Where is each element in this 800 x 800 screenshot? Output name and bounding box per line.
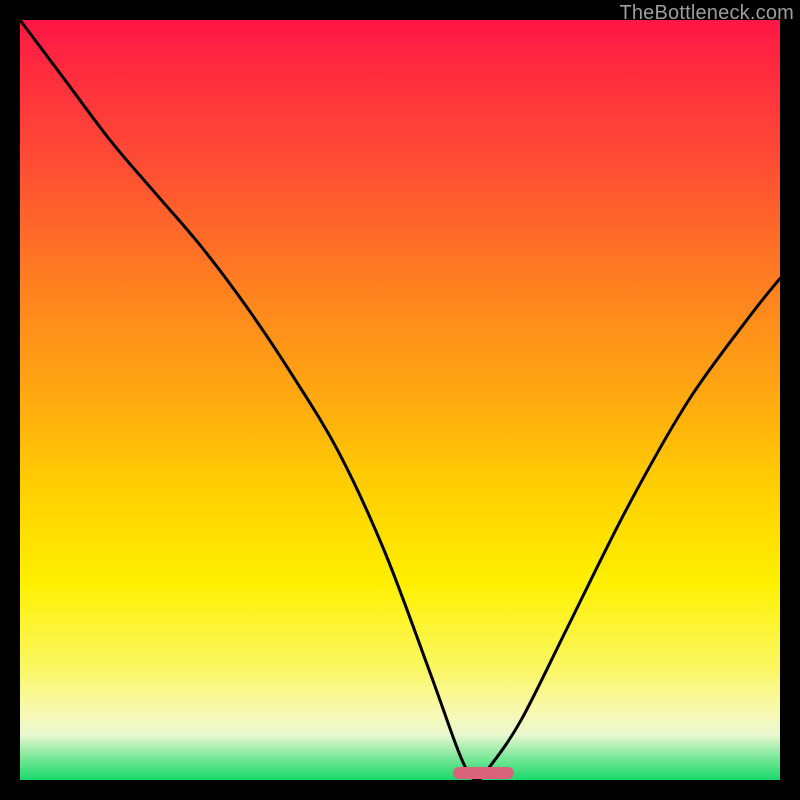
plot-area xyxy=(20,20,780,780)
chart-frame: TheBottleneck.com xyxy=(0,0,800,800)
optimal-range-marker xyxy=(453,767,514,779)
curve-svg xyxy=(20,20,780,780)
bottleneck-curve xyxy=(20,20,780,780)
